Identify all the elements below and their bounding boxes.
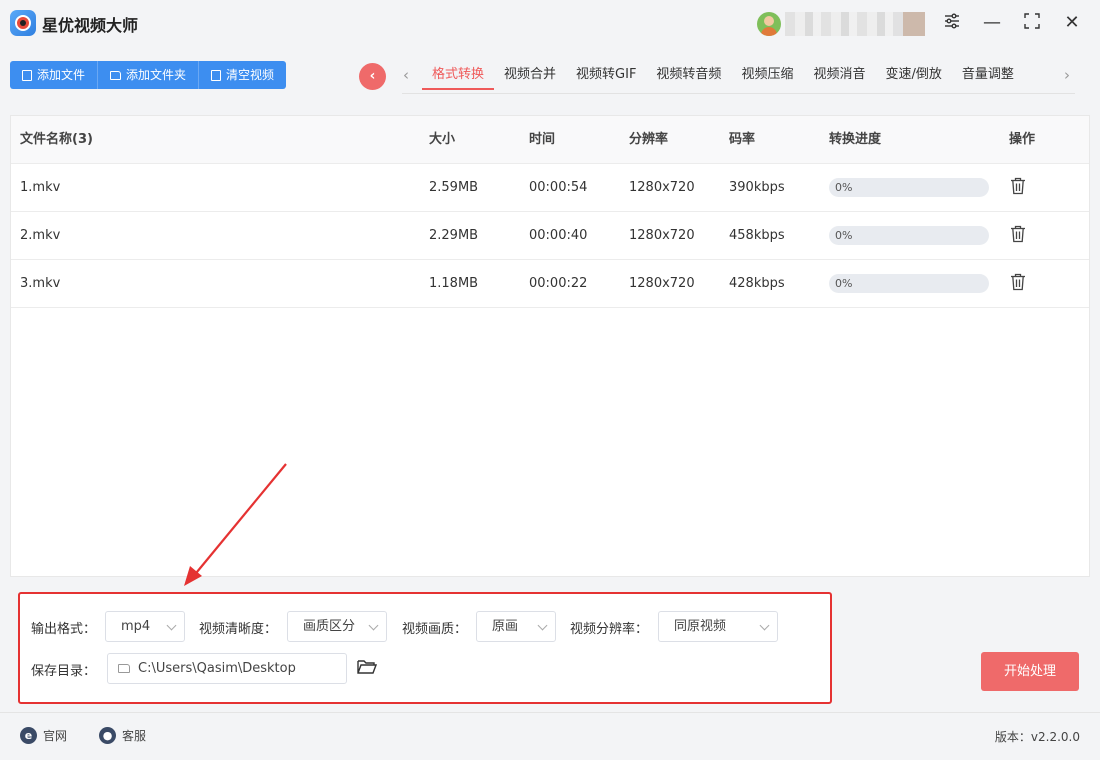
cell-resolution: 1280x720: [629, 228, 695, 243]
app-title: 星优视频大师: [42, 16, 139, 35]
folder-icon: [118, 664, 130, 673]
clarity-select[interactable]: 画质区分: [287, 611, 387, 642]
cell-resolution: 1280x720: [629, 276, 695, 291]
header-resolution: 分辨率: [629, 132, 669, 147]
cell-time: 00:00:40: [529, 228, 588, 243]
output-settings-panel: 输出格式： mp4 视频清晰度： 画质区分 视频画质： 原画 视频分辨率： 同原…: [18, 592, 832, 704]
resolution-label: 视频分辨率：: [570, 622, 649, 637]
avatar[interactable]: [757, 12, 781, 36]
red-arrow-annotation: [184, 463, 287, 586]
collapse-chevron-left-icon[interactable]: ‹: [359, 63, 386, 90]
file-list-panel: 文件名称(3) 大小 时间 分辨率 码率 转换进度 操作 1.mkv 2.59MB…: [10, 115, 1090, 577]
table-row[interactable]: 3.mkv 1.18MB 00:00:22 1280x720 428kbps 0%: [11, 260, 1089, 308]
title-bar: 星优视频大师 — ✕: [0, 0, 1100, 48]
footer: e 官网 ● 客服 版本：v2.2.0.0: [0, 712, 1100, 760]
tab-5[interactable]: 视频消音: [803, 62, 875, 90]
version-text: 版本：v2.2.0.0: [994, 730, 1080, 744]
chevron-down-icon: [537, 620, 548, 631]
tabs-scroll-left-icon[interactable]: ‹: [403, 66, 409, 84]
cell-size: 2.29MB: [429, 228, 479, 243]
delete-trash-icon[interactable]: [1010, 177, 1026, 195]
add-file-button[interactable]: 添加文件: [10, 61, 99, 89]
maximize-icon[interactable]: [1021, 12, 1043, 34]
cell-time: 00:00:22: [529, 276, 588, 291]
cell-size: 1.18MB: [429, 276, 479, 291]
header-time: 时间: [529, 132, 556, 147]
chevron-down-icon: [759, 620, 770, 631]
delete-trash-icon[interactable]: [1010, 273, 1026, 291]
table-row[interactable]: 1.mkv 2.59MB 00:00:54 1280x720 390kbps 0%: [11, 164, 1089, 212]
file-icon: [22, 69, 32, 81]
header-action: 操作: [1009, 132, 1036, 147]
delete-trash-icon[interactable]: [1010, 225, 1026, 243]
quality-select[interactable]: 原画: [476, 611, 556, 642]
header-name: 文件名称(3): [20, 132, 93, 147]
folder-icon: [110, 70, 122, 80]
header-bitrate: 码率: [729, 132, 756, 147]
settings-sliders-icon[interactable]: [941, 12, 963, 34]
progress-bar: 0%: [829, 178, 989, 197]
cell-name: 2.mkv: [20, 228, 61, 243]
username-blurred[interactable]: [785, 12, 925, 36]
cell-resolution: 1280x720: [629, 180, 695, 195]
header-size: 大小: [429, 132, 456, 147]
ie-icon: e: [20, 727, 37, 744]
cell-bitrate: 458kbps: [729, 228, 785, 243]
file-toolbar: 添加文件 添加文件夹 清空视频: [10, 61, 287, 89]
progress-bar: 0%: [829, 226, 989, 245]
cell-size: 2.59MB: [429, 180, 479, 195]
tab-7[interactable]: 音量调整: [952, 62, 1024, 90]
website-link[interactable]: e 官网: [20, 727, 67, 744]
output-format-label: 输出格式：: [31, 622, 97, 637]
function-tabs: 格式转换 视频合并 视频转GIF 视频转音频 视频压缩 视频消音 变速/倒放 音量调整: [422, 62, 1024, 94]
open-folder-icon[interactable]: [357, 659, 377, 675]
chevron-down-icon: [368, 620, 379, 631]
cell-name: 3.mkv: [20, 276, 61, 291]
tab-3[interactable]: 视频转音频: [646, 62, 731, 90]
tab-1[interactable]: 视频合并: [494, 62, 566, 90]
output-format-select[interactable]: mp4: [105, 611, 185, 642]
table-header: 文件名称(3) 大小 时间 分辨率 码率 转换进度 操作: [11, 116, 1089, 164]
progress-bar: 0%: [829, 274, 989, 293]
tab-0[interactable]: 格式转换: [422, 62, 495, 90]
tab-4[interactable]: 视频压缩: [731, 62, 803, 90]
clarity-label: 视频清晰度：: [199, 622, 278, 637]
header-progress: 转换进度: [829, 132, 882, 147]
chat-bubble-icon: ●: [99, 727, 116, 744]
tabs-scroll-right-icon[interactable]: ›: [1064, 66, 1070, 84]
save-dir-label: 保存目录：: [31, 664, 97, 679]
add-folder-button[interactable]: 添加文件夹: [98, 61, 200, 89]
cell-time: 00:00:54: [529, 180, 588, 195]
clear-videos-button[interactable]: 清空视频: [199, 61, 286, 89]
start-processing-button[interactable]: 开始处理: [981, 652, 1079, 691]
app-logo-icon: [10, 10, 36, 36]
support-link[interactable]: ● 客服: [99, 727, 146, 744]
cell-bitrate: 390kbps: [729, 180, 785, 195]
trash-icon: [211, 69, 222, 81]
quality-label: 视频画质：: [402, 622, 468, 637]
minimize-icon[interactable]: —: [981, 12, 1003, 34]
cell-bitrate: 428kbps: [729, 276, 785, 291]
tab-2[interactable]: 视频转GIF: [566, 62, 646, 90]
tab-6[interactable]: 变速/倒放: [875, 62, 951, 90]
resolution-select[interactable]: 同原视频: [658, 611, 778, 642]
chevron-down-icon: [166, 620, 177, 631]
table-row[interactable]: 2.mkv 2.29MB 00:00:40 1280x720 458kbps 0%: [11, 212, 1089, 260]
save-dir-input[interactable]: C:\Users\Qasim\Desktop: [107, 653, 347, 684]
close-icon[interactable]: ✕: [1061, 12, 1083, 34]
cell-name: 1.mkv: [20, 180, 61, 195]
